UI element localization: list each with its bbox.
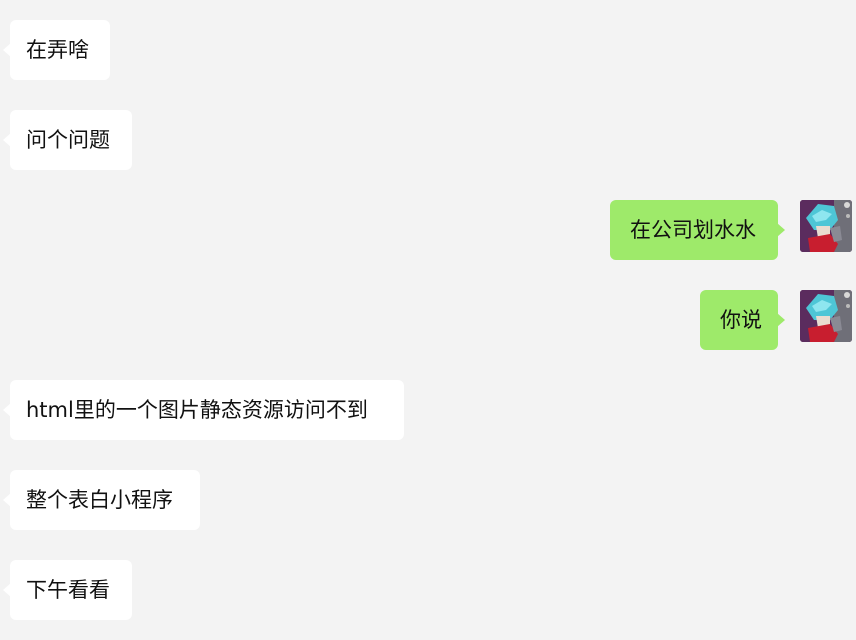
message-text: 在弄啥 — [26, 38, 89, 62]
message-text: 在公司划水水 — [630, 218, 756, 242]
avatar-image — [800, 200, 852, 252]
message-text: 你说 — [720, 308, 762, 332]
message-bubble[interactable]: 你说 — [700, 290, 785, 350]
message-text: 下午看看 — [26, 578, 110, 602]
message-text: 整个表白小程序 — [26, 488, 173, 512]
user-avatar[interactable] — [800, 290, 852, 342]
message-incoming: html里的一个图片静态资源访问不到 — [0, 380, 856, 440]
message-bubble[interactable]: 在公司划水水 — [610, 200, 785, 260]
message-outgoing: 在公司划水水 — [0, 200, 856, 260]
message-bubble[interactable]: 在弄啥 — [3, 20, 110, 80]
message-incoming: 问个问题 — [0, 110, 856, 170]
chat-conversation[interactable]: 在弄啥 问个问题 在公司划水水 你说 html里的一个图片静态资源访问不到 整个… — [0, 0, 856, 640]
message-bubble[interactable]: html里的一个图片静态资源访问不到 — [3, 380, 404, 440]
avatar-image — [800, 290, 852, 342]
message-incoming: 下午看看 — [0, 560, 856, 620]
message-text: html里的一个图片静态资源访问不到 — [26, 398, 368, 422]
message-bubble[interactable]: 问个问题 — [3, 110, 132, 170]
message-outgoing: 你说 — [0, 290, 856, 350]
message-incoming: 在弄啥 — [0, 20, 856, 80]
user-avatar[interactable] — [800, 200, 852, 252]
message-bubble[interactable]: 整个表白小程序 — [3, 470, 200, 530]
message-incoming: 整个表白小程序 — [0, 470, 856, 530]
message-bubble[interactable]: 下午看看 — [3, 560, 132, 620]
message-text: 问个问题 — [26, 128, 110, 152]
